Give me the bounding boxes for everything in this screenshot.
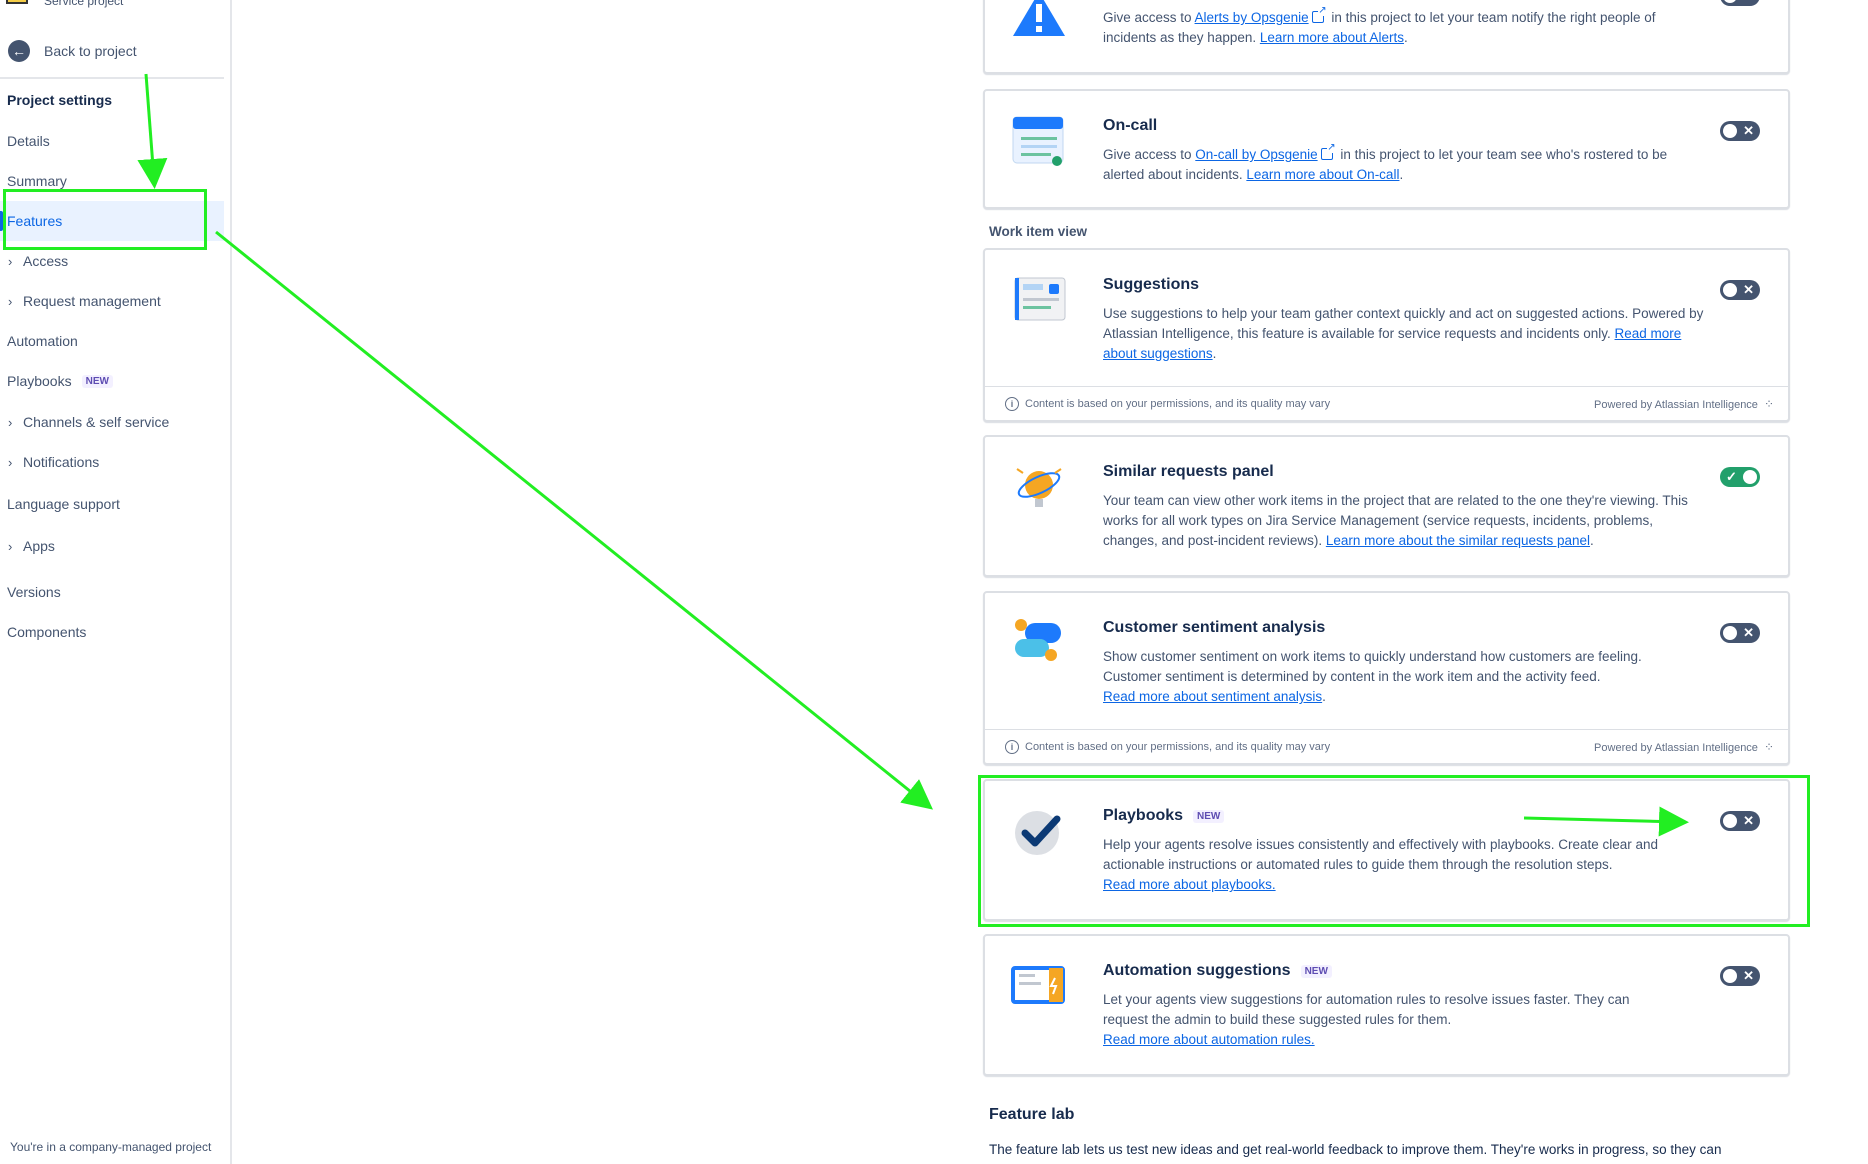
- atlassian-intelligence-icon: ⁘: [1763, 396, 1774, 411]
- company-managed-note: You're in a company-managed project: [10, 1140, 212, 1154]
- calendar-icon: [1012, 116, 1064, 166]
- similar-requests-toggle[interactable]: ✓: [1720, 467, 1760, 487]
- atlassian-intelligence-icon: ⁘: [1763, 739, 1774, 754]
- alerts-toggle[interactable]: ✕: [1720, 0, 1760, 6]
- feature-lab-heading: Feature lab: [989, 1106, 1075, 1123]
- work-item-view-heading: Work item view: [989, 224, 1088, 239]
- automation-suggestions-toggle[interactable]: ✕: [1720, 966, 1760, 986]
- learn-more-oncall-link[interactable]: Learn more about On-call: [1246, 167, 1399, 182]
- sidebar-divider: [0, 77, 224, 79]
- sidebar-item-automation[interactable]: Automation: [0, 321, 224, 361]
- feature-card-suggestions: Suggestions Use suggestions to help your…: [983, 248, 1790, 422]
- back-label: Back to project: [44, 43, 137, 59]
- suggestions-icon: [1014, 277, 1066, 321]
- sidebar-item-request-management[interactable]: › Request management: [0, 281, 224, 321]
- alerts-opsgenie-link[interactable]: Alerts by Opsgenie: [1195, 10, 1309, 25]
- chevron-right-icon: ›: [8, 414, 13, 430]
- automation-suggestions-description: Let your agents view suggestions for aut…: [1103, 992, 1630, 1047]
- project-type: Service project: [44, 0, 124, 8]
- ai-disclaimer-footer: i Content is based on your permissions, a…: [985, 729, 1788, 763]
- new-badge: NEW: [1300, 964, 1332, 978]
- sidebar: Service project ← Back to project Projec…: [0, 0, 232, 1164]
- feature-lab-description: The feature lab lets us test new ideas a…: [989, 1142, 1722, 1157]
- chevron-right-icon: ›: [8, 538, 13, 554]
- similar-requests-title: Similar requests panel: [1103, 463, 1274, 480]
- sidebar-item-components[interactable]: Components: [0, 612, 224, 652]
- sentiment-toggle[interactable]: ✕: [1720, 623, 1760, 643]
- close-icon: ✕: [1743, 123, 1754, 138]
- suggestions-description: Use suggestions to help your team gather…: [1103, 306, 1704, 361]
- sentiment-description: Show customer sentiment on work items to…: [1103, 649, 1642, 704]
- external-link-icon: [1311, 6, 1327, 23]
- automation-icon: [1011, 966, 1065, 1004]
- arrow-to-playbooks-card: [215, 230, 934, 810]
- chevron-right-icon: ›: [8, 293, 13, 309]
- oncall-description: Give access to On-call by Opsgenie in th…: [1103, 143, 1703, 185]
- read-more-automation-link[interactable]: Read more about automation rules.: [1103, 1032, 1315, 1047]
- sidebar-section-title: Project settings: [7, 92, 113, 108]
- sidebar-item-channels[interactable]: › Channels & self service: [0, 402, 224, 442]
- sidebar-item-versions[interactable]: Versions: [0, 572, 224, 612]
- close-icon: ✕: [1743, 968, 1754, 983]
- oncall-opsgenie-link[interactable]: On-call by Opsgenie: [1195, 147, 1317, 162]
- suggestions-title: Suggestions: [1103, 276, 1200, 293]
- alert-triangle-icon: [1013, 0, 1065, 36]
- sidebar-item-language-support[interactable]: Language support: [0, 484, 224, 524]
- feature-card-oncall: On-call Give access to On-call by Opsgen…: [983, 89, 1790, 209]
- check-icon: ✓: [1726, 469, 1737, 484]
- sidebar-item-details[interactable]: Details: [0, 121, 224, 161]
- annotation-box-playbooks: [978, 775, 1810, 927]
- new-badge: NEW: [81, 374, 113, 388]
- learn-more-alerts-link[interactable]: Learn more about Alerts: [1260, 30, 1404, 45]
- external-link-icon: [1320, 143, 1336, 160]
- lightbulb-icon: [1016, 468, 1062, 507]
- feature-card-sentiment: Customer sentiment analysis Show custome…: [983, 591, 1790, 765]
- sidebar-item-apps[interactable]: › Apps: [0, 526, 224, 566]
- similar-requests-description: Your team can view other work items in t…: [1103, 493, 1688, 548]
- suggestions-toggle[interactable]: ✕: [1720, 280, 1760, 300]
- annotation-box-features: [3, 189, 207, 250]
- alerts-description: Give access to Alerts by Opsgenie in thi…: [1103, 6, 1703, 48]
- oncall-toggle[interactable]: ✕: [1720, 121, 1760, 141]
- oncall-title: On-call: [1103, 117, 1158, 134]
- info-icon: i: [1005, 739, 1019, 754]
- arrow-left-icon: ←: [8, 40, 30, 62]
- chevron-right-icon: ›: [8, 253, 13, 269]
- automation-suggestions-title: Automation suggestions NEW: [1103, 962, 1332, 980]
- close-icon: ✕: [1743, 282, 1754, 297]
- chevron-right-icon: ›: [8, 454, 13, 470]
- info-icon: i: [1005, 396, 1019, 411]
- sidebar-item-notifications[interactable]: › Notifications: [0, 442, 224, 482]
- back-to-project-button[interactable]: ← Back to project: [8, 40, 137, 62]
- feature-card-alerts: Give access to Alerts by Opsgenie in thi…: [983, 0, 1790, 74]
- sidebar-item-playbooks[interactable]: Playbooks NEW: [0, 361, 224, 401]
- read-more-sentiment-link[interactable]: Read more about sentiment analysis: [1103, 689, 1322, 704]
- close-icon: ✕: [1743, 625, 1754, 640]
- learn-more-similar-link[interactable]: Learn more about the similar requests pa…: [1326, 533, 1590, 548]
- ai-disclaimer-footer: i Content is based on your permissions, a…: [985, 386, 1788, 420]
- project-logo: [6, 0, 28, 4]
- feature-card-similar-requests: Similar requests panel Your team can vie…: [983, 435, 1790, 577]
- close-icon: ✕: [1743, 0, 1754, 5]
- chat-bubbles-icon: [1015, 619, 1061, 661]
- feature-card-automation-suggestions: Automation suggestions NEW Let your agent…: [983, 934, 1790, 1076]
- sentiment-title: Customer sentiment analysis: [1103, 619, 1326, 636]
